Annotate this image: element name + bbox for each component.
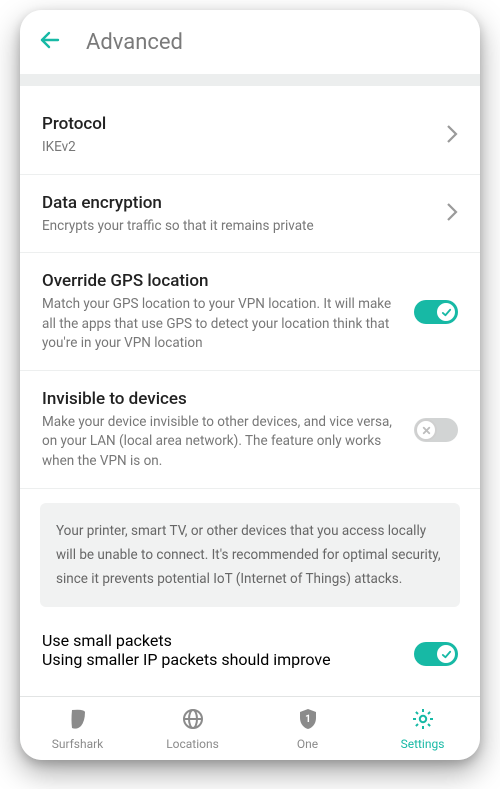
screen: Advanced Protocol IKEv2 Data encryption … <box>20 10 480 760</box>
invisible-info-note: Your printer, smart TV, or other devices… <box>40 503 460 608</box>
shield-icon: 1 <box>296 707 320 734</box>
nav-label: Surfshark <box>52 737 104 751</box>
toggle-knob-check-icon <box>435 301 457 323</box>
header-bar: Advanced <box>20 10 480 74</box>
surfshark-icon <box>66 707 90 734</box>
packets-toggle[interactable] <box>414 642 458 666</box>
encryption-sub: Encrypts your traffic so that it remains… <box>42 217 432 237</box>
nav-label: One <box>297 737 318 751</box>
nav-surfshark[interactable]: Surfshark <box>20 697 135 760</box>
protocol-row[interactable]: Protocol IKEv2 <box>20 96 480 175</box>
nav-label: Locations <box>166 737 219 751</box>
invisible-row: Invisible to devices Make your device in… <box>20 371 480 489</box>
svg-text:1: 1 <box>305 714 311 725</box>
bottom-nav: Surfshark Locations 1 One Settings <box>20 696 480 760</box>
chevron-right-icon <box>446 202 458 226</box>
page-title: Advanced <box>86 30 183 55</box>
nav-one[interactable]: 1 One <box>250 697 365 760</box>
gps-toggle[interactable] <box>414 300 458 324</box>
invisible-toggle[interactable] <box>414 418 458 442</box>
globe-icon <box>181 707 205 734</box>
divider-bar <box>20 74 480 86</box>
toggle-knob-check-icon <box>435 643 457 665</box>
small-packets-row: Use small packets Using smaller IP packe… <box>20 623 480 668</box>
chevron-right-icon <box>446 124 458 148</box>
invisible-sub: Make your device invisible to other devi… <box>42 413 400 472</box>
invisible-title: Invisible to devices <box>42 389 400 409</box>
gps-sub: Match your GPS location to your VPN loca… <box>42 295 400 354</box>
data-encryption-row[interactable]: Data encryption Encrypts your traffic so… <box>20 175 480 254</box>
nav-label: Settings <box>401 737 445 751</box>
toggle-knob-x-icon <box>415 419 437 441</box>
gps-title: Override GPS location <box>42 271 400 291</box>
override-gps-row: Override GPS location Match your GPS loc… <box>20 253 480 371</box>
gear-icon <box>411 707 435 734</box>
packets-sub: Using smaller IP packets should improve … <box>42 650 400 668</box>
back-arrow-icon[interactable] <box>38 28 62 56</box>
encryption-title: Data encryption <box>42 193 432 213</box>
protocol-title: Protocol <box>42 114 432 134</box>
nav-locations[interactable]: Locations <box>135 697 250 760</box>
nav-settings[interactable]: Settings <box>365 697 480 760</box>
protocol-value: IKEv2 <box>42 138 432 158</box>
packets-title: Use small packets <box>42 631 400 650</box>
settings-list: Protocol IKEv2 Data encryption Encrypts … <box>20 86 480 696</box>
